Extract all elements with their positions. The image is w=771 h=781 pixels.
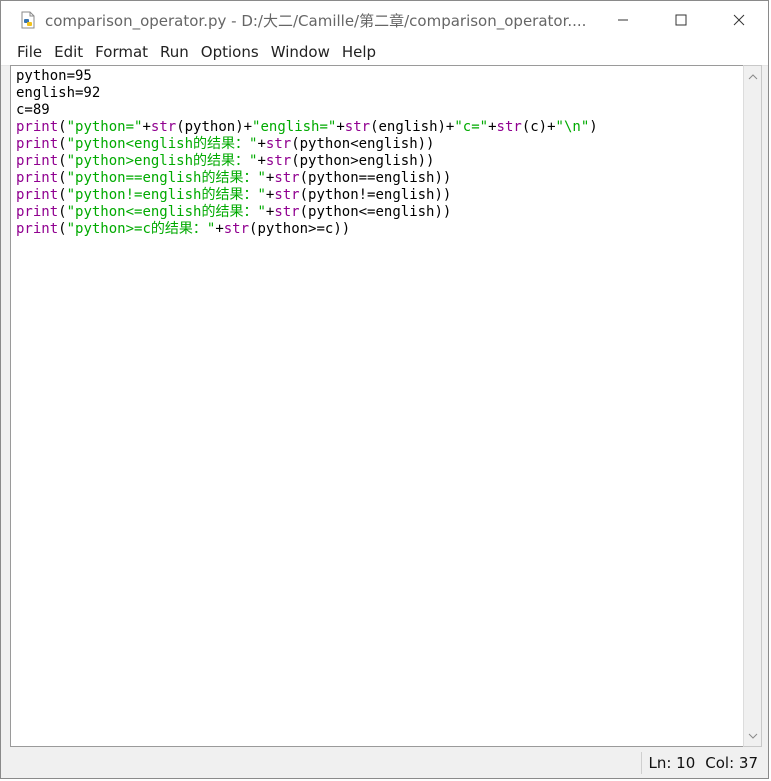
code-line[interactable]: print("python<english的结果："+str(python<en… (16, 136, 743, 153)
keyword-token: print (16, 204, 59, 220)
keyword-token: str (344, 119, 371, 135)
code-token: (python<english)) (291, 136, 435, 152)
status-col: Col: 37 (705, 754, 758, 772)
menu-format[interactable]: Format (89, 39, 154, 65)
menu-edit[interactable]: Edit (48, 39, 89, 65)
code-line[interactable]: print("python>=c的结果："+str(python>=c)) (16, 221, 743, 238)
code-token: + (257, 136, 266, 152)
string-token: "python>=c的结果：" (66, 221, 216, 237)
code-token: ( (58, 204, 67, 220)
keyword-token: print (16, 136, 59, 152)
status-line: Ln: 10 (648, 754, 696, 772)
keyword-token: print (16, 153, 59, 169)
menu-run[interactable]: Run (154, 39, 195, 65)
code-line[interactable]: c=89 (16, 102, 743, 119)
window-controls (594, 1, 768, 39)
keyword-token: print (16, 187, 59, 203)
string-token: "english=" (252, 119, 337, 135)
code-token: + (215, 221, 224, 237)
code-token: (c)+ (521, 119, 556, 135)
chevron-down-icon (748, 733, 757, 739)
code-token: c=89 (16, 102, 50, 118)
keyword-token: str (265, 136, 292, 152)
close-button[interactable] (710, 1, 768, 39)
code-token: ( (58, 187, 67, 203)
code-line[interactable]: print("python<=english的结果："+str(python<=… (16, 204, 743, 221)
code-token: + (142, 119, 151, 135)
string-token: "python<=english的结果：" (66, 204, 266, 220)
menu-file[interactable]: File (11, 39, 48, 65)
keyword-token: str (265, 153, 292, 169)
idle-editor-window: comparison_operator.py - D:/大二/Camille/第… (0, 0, 769, 779)
code-token: (python!=english)) (299, 187, 452, 203)
code-token: + (336, 119, 345, 135)
code-token: english=92 (16, 85, 101, 101)
scroll-up-button[interactable] (744, 68, 761, 85)
scroll-down-button[interactable] (744, 727, 761, 744)
menu-window[interactable]: Window (265, 39, 336, 65)
string-token: "python>english的结果：" (66, 153, 258, 169)
keyword-token: str (274, 204, 300, 220)
maximize-icon (675, 14, 687, 26)
code-token: (english)+ (370, 119, 455, 135)
code-token: + (488, 119, 497, 135)
close-icon (733, 14, 745, 26)
keyword-token: str (496, 119, 522, 135)
code-token: (python>=c)) (249, 221, 351, 237)
keyword-token: str (274, 170, 300, 186)
code-token: ( (58, 153, 67, 169)
code-token: ( (58, 221, 67, 237)
keyword-token: str (274, 187, 300, 203)
menu-help[interactable]: Help (336, 39, 382, 65)
code-text[interactable]: python=95 english=92 c=89 print("python="+s… (11, 66, 743, 238)
code-token: + (257, 153, 266, 169)
code-line[interactable]: print("python>english的结果："+str(python>en… (16, 153, 743, 170)
title-bar[interactable]: comparison_operator.py - D:/大二/Camille/第… (1, 1, 768, 39)
string-token: "python=" (66, 119, 143, 135)
code-token: (python>english)) (291, 153, 435, 169)
string-token: "python<english的结果：" (66, 136, 258, 152)
code-token: (python)+ (176, 119, 253, 135)
minimize-icon (618, 19, 628, 21)
keyword-token: str (150, 119, 177, 135)
menu-options[interactable]: Options (195, 39, 265, 65)
status-bar: Ln: 10 Col: 37 (1, 748, 768, 778)
maximize-button[interactable] (652, 1, 710, 39)
keyword-token: print (16, 221, 59, 237)
keyword-token: str (223, 221, 250, 237)
code-line[interactable]: print("python==english的结果："+str(python==… (16, 170, 743, 187)
vertical-scrollbar[interactable] (743, 65, 762, 747)
code-line[interactable]: print("python="+str(python)+"english="+s… (16, 119, 743, 136)
chevron-up-icon (748, 73, 757, 79)
keyword-token: print (16, 170, 59, 186)
string-token: "python!=english的结果：" (66, 187, 266, 203)
window-title: comparison_operator.py - D:/大二/Camille/第… (45, 11, 587, 30)
code-token: (python==english)) (299, 170, 452, 186)
code-token: ( (58, 170, 67, 186)
menu-bar: File Edit Format Run Options Window Help (1, 39, 768, 66)
minimize-button[interactable] (594, 1, 652, 39)
string-token: "python==english的结果：" (66, 170, 266, 186)
code-token: ) (589, 119, 598, 135)
code-token: ( (58, 119, 67, 135)
python-file-icon (21, 11, 35, 29)
code-editor[interactable]: python=95 english=92 c=89 print("python="+s… (10, 65, 743, 747)
string-token: "\n" (555, 119, 590, 135)
string-token: "c=" (454, 119, 489, 135)
status-divider (641, 752, 642, 774)
code-token: python=95 (16, 68, 92, 84)
code-line[interactable]: print("python!=english的结果："+str(python!=… (16, 187, 743, 204)
code-line[interactable]: english=92 (16, 85, 743, 102)
code-token: ( (58, 136, 67, 152)
code-token: (python<=english)) (299, 204, 452, 220)
code-line[interactable]: python=95 (16, 68, 743, 85)
keyword-token: print (16, 119, 59, 135)
